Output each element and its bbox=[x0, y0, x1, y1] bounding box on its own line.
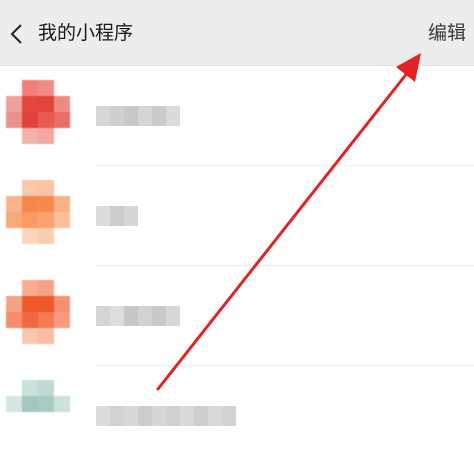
list-item[interactable] bbox=[0, 266, 474, 366]
app-icon bbox=[6, 180, 70, 244]
app-icon bbox=[6, 380, 70, 444]
app-icon bbox=[6, 80, 70, 144]
app-name-blurred bbox=[96, 206, 138, 226]
back-button[interactable] bbox=[4, 20, 28, 48]
app-name-blurred bbox=[96, 406, 236, 426]
app-name-blurred bbox=[96, 306, 180, 326]
navigation-bar: 我的小程序 编辑 bbox=[0, 0, 474, 66]
mini-program-list bbox=[0, 66, 474, 466]
list-item[interactable] bbox=[0, 66, 474, 166]
app-name-blurred bbox=[96, 106, 180, 126]
page-title: 我的小程序 bbox=[38, 22, 134, 44]
chevron-left-icon bbox=[10, 24, 22, 44]
list-item[interactable] bbox=[0, 366, 474, 466]
app-icon bbox=[6, 280, 70, 344]
list-item[interactable] bbox=[0, 166, 474, 266]
edit-button[interactable]: 编辑 bbox=[428, 0, 466, 66]
